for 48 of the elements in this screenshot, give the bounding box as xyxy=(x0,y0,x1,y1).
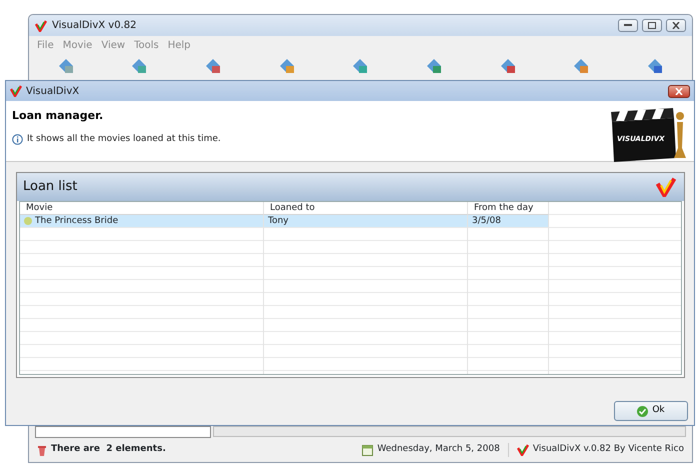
close-icon xyxy=(672,22,680,29)
status-date: Wednesday, March 5, 2008 xyxy=(377,443,509,457)
calendar-icon xyxy=(362,444,374,456)
toolbar-icon[interactable] xyxy=(204,57,222,75)
movie-title: The Princess Bride xyxy=(35,215,118,227)
menu-item[interactable]: File xyxy=(37,38,54,53)
toolbar-icon[interactable] xyxy=(130,57,148,75)
column-header[interactable]: From the day xyxy=(468,202,549,215)
menu-item[interactable]: Movie xyxy=(62,38,92,53)
minimize-button[interactable] xyxy=(618,19,638,32)
logo-icon xyxy=(35,20,47,32)
toolbar-icon[interactable] xyxy=(646,57,664,75)
statuette-icon xyxy=(674,112,686,158)
toolbar-icon[interactable] xyxy=(278,57,296,75)
panel-title: Loan list xyxy=(23,178,78,196)
dialog-heading: Loan manager. xyxy=(12,108,104,124)
toolbar-icon[interactable] xyxy=(351,57,370,75)
ok-button[interactable]: Ok xyxy=(614,401,688,421)
menu-item[interactable]: Help xyxy=(168,38,191,53)
toolbar-icon[interactable] xyxy=(56,57,75,75)
logo-icon xyxy=(516,444,529,456)
toolbar-icon[interactable] xyxy=(425,57,444,75)
maximize-button[interactable] xyxy=(642,19,662,32)
logo-icon xyxy=(656,177,676,197)
dialog-title: VisualDivX xyxy=(26,84,80,98)
check-icon xyxy=(637,406,648,416)
toolbar-icon[interactable] xyxy=(498,57,517,75)
status-count: There are 2 elements. xyxy=(51,443,166,456)
info-icon xyxy=(12,134,23,145)
menu-item[interactable]: Tools xyxy=(134,38,159,53)
maximize-icon xyxy=(648,22,656,29)
status-version: VisualDivX v.0.82 By Vicente Rico xyxy=(532,443,684,456)
close-icon xyxy=(675,88,683,94)
scrollbar[interactable] xyxy=(213,426,686,437)
close-button[interactable] xyxy=(666,19,686,32)
window-title: VisualDivX v0.82 xyxy=(52,19,136,33)
minimize-icon xyxy=(624,24,632,27)
column-header[interactable]: Movie xyxy=(20,202,264,215)
table-cell: Tony xyxy=(264,215,468,228)
text-field[interactable] xyxy=(35,426,211,438)
close-button[interactable] xyxy=(668,84,690,98)
table-cell: 3/5/08 xyxy=(468,215,549,228)
trash-icon xyxy=(37,444,47,456)
info-text: It shows all the movies loaned at this time. xyxy=(27,132,221,146)
column-header[interactable]: Loaned to xyxy=(264,202,468,215)
menu-item[interactable]: View xyxy=(101,38,126,53)
toolbar-icon[interactable] xyxy=(572,57,590,75)
logo-icon xyxy=(10,85,22,97)
